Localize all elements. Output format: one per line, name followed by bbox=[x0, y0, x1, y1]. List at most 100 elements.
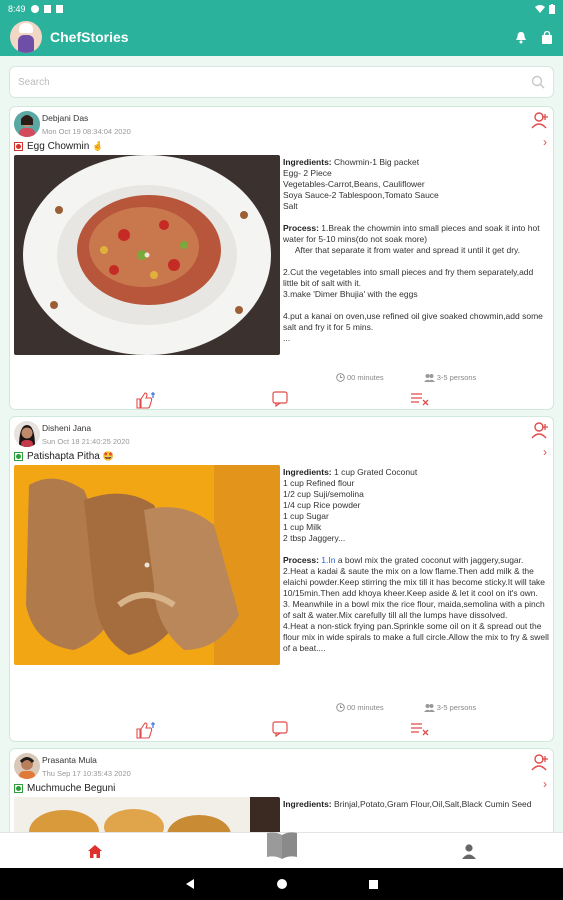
author-name[interactable]: Prasanta Mula bbox=[42, 755, 97, 765]
sd-card-icon bbox=[43, 5, 51, 13]
search-icon[interactable] bbox=[531, 75, 545, 89]
notification-icon bbox=[30, 5, 39, 13]
ingredient-line: Salt bbox=[283, 201, 298, 211]
ingredients-label: Ingredients: bbox=[283, 799, 332, 809]
recipe-title[interactable]: Muchmuche Beguni bbox=[27, 783, 115, 794]
home-circle-icon[interactable] bbox=[276, 878, 288, 890]
shopping-bag-icon[interactable] bbox=[541, 30, 553, 44]
back-icon[interactable] bbox=[184, 878, 196, 890]
search-input[interactable] bbox=[18, 76, 531, 88]
process-line: 1.Break the chowmin into small pieces an… bbox=[283, 223, 540, 244]
recipe-title[interactable]: Patishapta Pitha bbox=[27, 451, 100, 462]
post-date: Thu Sep 17 10:35:43 2020 bbox=[42, 769, 131, 778]
process-label: Process: bbox=[283, 555, 319, 565]
add-user-icon[interactable] bbox=[531, 753, 549, 771]
battery-icon bbox=[549, 4, 555, 14]
serves: 3-5 persons bbox=[436, 703, 477, 712]
recipe-card[interactable]: Disheni Jana Sun Oct 18 21:40:25 2020 › … bbox=[9, 416, 554, 742]
process-line: 4.put a kanai on oven,use refined oil gi… bbox=[283, 311, 543, 332]
recipe-photo[interactable] bbox=[14, 465, 280, 665]
recipe-meta: 00 minutes 3-5 persons bbox=[336, 703, 476, 712]
nav-recipes[interactable] bbox=[264, 827, 300, 863]
ingredient-line: 1/2 cup Suji/semolina bbox=[283, 489, 364, 499]
post-date: Mon Oct 19 08:34:04 2020 bbox=[42, 127, 131, 136]
title-emoji: 🤞 bbox=[92, 141, 104, 151]
thumbs-up-icon[interactable] bbox=[136, 391, 156, 409]
pager-dot bbox=[144, 252, 150, 258]
avatar[interactable] bbox=[14, 753, 40, 779]
recipe-photo[interactable] bbox=[14, 797, 280, 832]
ingredient-line: 1 cup Sugar bbox=[283, 511, 329, 521]
app-title: ChefStories bbox=[50, 29, 129, 45]
recipe-photo[interactable] bbox=[14, 155, 280, 355]
thumbs-up-icon[interactable] bbox=[136, 721, 156, 739]
post-date: Sun Oct 18 21:40:25 2020 bbox=[42, 437, 130, 446]
nav-home[interactable] bbox=[80, 833, 110, 869]
ingredient-line: 2 tbsp Jaggery... bbox=[283, 533, 346, 543]
clock-icon bbox=[336, 373, 345, 382]
status-time: 8:49 bbox=[8, 4, 26, 14]
wifi-icon bbox=[535, 4, 545, 13]
author-name[interactable]: Debjani Das bbox=[42, 113, 88, 123]
nav-profile[interactable] bbox=[456, 833, 482, 869]
app-bar: ChefStories bbox=[0, 18, 563, 56]
avatar[interactable] bbox=[14, 111, 40, 137]
process-line: After that separate it from water and sp… bbox=[283, 245, 521, 255]
veg-mark-icon bbox=[14, 452, 23, 461]
recipe-details: Ingredients: Brinjal,Potato,Gram Flour,O… bbox=[283, 799, 549, 825]
serves: 3-5 persons bbox=[436, 373, 477, 382]
comment-icon[interactable] bbox=[272, 391, 288, 407]
recipe-title[interactable]: Egg Chowmin bbox=[27, 141, 89, 152]
person-icon[interactable] bbox=[461, 843, 477, 859]
recents-icon[interactable] bbox=[368, 879, 379, 890]
step-link[interactable]: 1.In bbox=[321, 555, 335, 565]
process-line: 4.Heat a non-stick frying pan.Sprinkle s… bbox=[283, 621, 549, 653]
report-icon[interactable] bbox=[410, 391, 430, 407]
action-bar bbox=[10, 721, 553, 739]
search-box[interactable] bbox=[9, 66, 554, 98]
comment-icon[interactable] bbox=[272, 721, 288, 737]
ingredient-line: Brinjal,Potato,Gram Flour,Oil,Salt,Black… bbox=[334, 799, 532, 809]
recipe-details: Ingredients: 1 cup Grated Coconut 1 cup … bbox=[283, 467, 549, 703]
ingredient-line: 1/4 cup Rice powder bbox=[283, 500, 361, 510]
book-icon[interactable] bbox=[265, 830, 299, 860]
report-icon[interactable] bbox=[410, 721, 430, 737]
ingredients-label: Ingredients: bbox=[283, 467, 332, 477]
action-bar bbox=[10, 391, 553, 409]
system-nav-bar bbox=[0, 868, 563, 900]
ingredient-line: Egg- 2 Piece bbox=[283, 168, 332, 178]
cook-time: 00 minutes bbox=[347, 373, 384, 382]
ingredient-line: 1 cup Grated Coconut bbox=[334, 467, 418, 477]
ingredient-line: 1 cup Refined flour bbox=[283, 478, 355, 488]
ingredient-line: Vegetables-Carrot,Beans, Cauliflower bbox=[283, 179, 425, 189]
process-line: 3. Meanwhile in a bowl mix the rice flou… bbox=[283, 599, 545, 620]
ingredient-line: 1 cup Milk bbox=[283, 522, 322, 532]
recipe-card[interactable]: Debjani Das Mon Oct 19 08:34:04 2020 › E… bbox=[9, 106, 554, 410]
status-bar: 8:49 bbox=[0, 0, 563, 18]
add-user-icon[interactable] bbox=[531, 421, 549, 439]
process-label: Process: bbox=[283, 223, 319, 233]
author-name[interactable]: Disheni Jana bbox=[42, 423, 91, 433]
app-logo bbox=[10, 21, 42, 53]
recipe-card[interactable]: Prasanta Mula Thu Sep 17 10:35:43 2020 ›… bbox=[9, 748, 554, 832]
pager-dot bbox=[144, 562, 150, 568]
people-icon bbox=[423, 704, 435, 712]
ingredient-line: Soya Sauce-2 Tablespoon,Tomato Sauce bbox=[283, 190, 439, 200]
recipe-meta: 00 minutes 3-5 persons bbox=[336, 373, 476, 382]
recipe-details: Ingredients: Chowmin-1 Big packet Egg- 2… bbox=[283, 157, 549, 367]
process-line: 3.make 'Dimer Bhujia' with the eggs bbox=[283, 289, 418, 299]
bell-icon[interactable] bbox=[515, 31, 527, 44]
home-icon[interactable] bbox=[87, 844, 103, 859]
process-line: ... bbox=[283, 333, 291, 343]
recipe-feed[interactable]: Debjani Das Mon Oct 19 08:34:04 2020 › E… bbox=[0, 104, 563, 832]
nonveg-mark-icon bbox=[14, 142, 23, 151]
process-line: 2.Cut the vegetables into small pieces a… bbox=[283, 267, 534, 288]
people-icon bbox=[423, 374, 435, 382]
cook-time: 00 minutes bbox=[347, 703, 384, 712]
ingredient-line: Chowmin-1 Big packet bbox=[334, 157, 420, 167]
bottom-nav bbox=[0, 832, 563, 868]
add-user-icon[interactable] bbox=[531, 111, 549, 129]
avatar[interactable] bbox=[14, 421, 40, 447]
ingredients-label: Ingredients: bbox=[283, 157, 332, 167]
veg-mark-icon bbox=[14, 784, 23, 793]
